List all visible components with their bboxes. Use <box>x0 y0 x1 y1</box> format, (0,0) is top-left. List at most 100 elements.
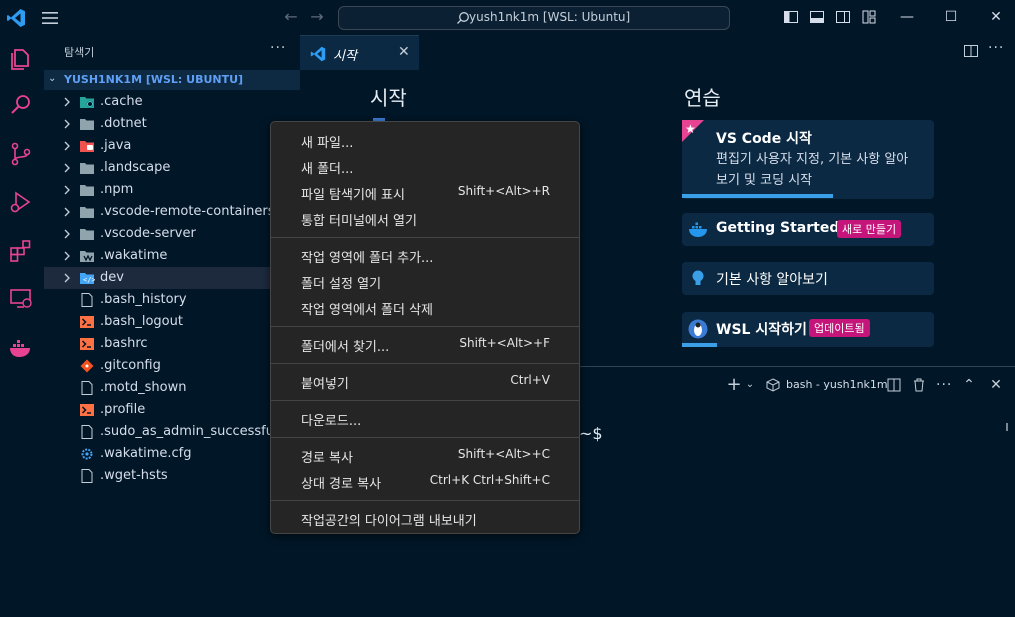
context-menu-item[interactable]: 파일 탐색기에 표시 Shift+<Alt>+R <box>271 180 579 206</box>
chevron-right-icon[interactable] <box>62 272 72 283</box>
folder-item[interactable]: .npm <box>44 179 300 201</box>
workspace-root[interactable]: ⌄ YUSH1NK1M [WSL: UBUNTU] <box>44 70 300 90</box>
terminal-file-icon <box>79 337 95 351</box>
chevron-right-icon[interactable] <box>62 206 72 217</box>
folder-item[interactable]: .dotnet <box>44 113 300 135</box>
new-terminal-icon[interactable]: + <box>726 376 742 394</box>
chevron-right-icon[interactable] <box>62 162 72 173</box>
close-tab-icon[interactable]: ✕ <box>398 44 410 60</box>
terminal-file-icon <box>79 315 95 329</box>
more-actions-icon[interactable]: ··· <box>270 40 286 56</box>
menu-item-label: 작업 영역에 폴더 추가... <box>301 251 434 266</box>
chevron-right-icon[interactable] <box>62 250 72 261</box>
card-getting-started[interactable]: Getting Started ... 새로 만들기 <box>682 213 934 246</box>
chevron-right-icon[interactable] <box>62 96 72 107</box>
file-item[interactable]: .motd_shown <box>44 377 300 399</box>
toggle-primary-sidebar-icon[interactable] <box>783 9 799 25</box>
terminal-label[interactable]: bash - yush1nk1m <box>786 378 888 391</box>
tab-welcome[interactable]: 시작 ✕ <box>300 35 419 71</box>
file-item[interactable]: .gitconfig <box>44 355 300 377</box>
folder-item[interactable]: .wakatime <box>44 245 300 267</box>
tree-item-label: .cache <box>100 94 143 109</box>
folder-item[interactable]: </> dev <box>44 267 300 289</box>
card-title: VS Code 시작 <box>716 131 812 147</box>
file-item[interactable]: .wget-hsts <box>44 465 300 487</box>
file-item[interactable]: .wakatime.cfg <box>44 443 300 465</box>
more-actions-icon[interactable]: ··· <box>936 377 952 393</box>
workspace-root-label: YUSH1NK1M [WSL: UBUNTU] <box>64 73 244 86</box>
hamburger-menu-icon[interactable] <box>40 9 60 27</box>
file-item[interactable]: .bash_history <box>44 289 300 311</box>
context-menu-item[interactable]: 통합 터미널에서 열기 <box>271 206 579 232</box>
remote-explorer-icon[interactable] <box>8 286 34 312</box>
chevron-right-icon[interactable] <box>62 184 72 195</box>
folder-item[interactable]: .vscode-server <box>44 223 300 245</box>
card-desc-line-1: 편집기 사용자 지정, 기본 사항 알아 <box>716 152 909 167</box>
terminal-cube-icon <box>766 378 780 392</box>
toggle-panel-icon[interactable] <box>809 9 825 25</box>
terminal-scrollbar[interactable] <box>1006 423 1008 431</box>
split-editor-icon[interactable] <box>963 43 979 59</box>
chevron-right-icon[interactable] <box>62 228 72 239</box>
file-item[interactable]: .profile <box>44 399 300 421</box>
split-terminal-icon[interactable] <box>886 377 902 393</box>
context-menu-item[interactable]: 폴더에서 찾기... Shift+<Alt>+F <box>271 332 579 358</box>
close-panel-icon[interactable]: ✕ <box>988 377 1004 393</box>
card-wsl-start[interactable]: WSL 시작하기 업데이트됨 <box>682 312 934 347</box>
context-menu-item[interactable]: 새 파일... <box>271 128 579 154</box>
source-control-icon[interactable] <box>8 141 34 167</box>
tree-item-label: .dotnet <box>100 116 147 131</box>
tree-item-label: .vscode-server <box>100 226 196 241</box>
folder-item[interactable]: .vscode-remote-containers <box>44 201 300 223</box>
file-item[interactable]: .bashrc <box>44 333 300 355</box>
context-menu-item[interactable]: 작업 영역에 폴더 추가... <box>271 243 579 269</box>
close-window-icon[interactable]: ✕ <box>987 8 1005 26</box>
card-learn-basics[interactable]: 기본 사항 알아보기 <box>682 262 934 295</box>
context-menu-item[interactable]: 새 폴더... <box>271 154 579 180</box>
svg-text:★: ★ <box>685 122 696 136</box>
card-vscode-start[interactable]: ★ VS Code 시작 편집기 사용자 지정, 기본 사항 알아 보기 및 코… <box>682 120 934 199</box>
docker-icon[interactable] <box>8 335 34 361</box>
maximize-panel-icon[interactable]: ⌃ <box>961 377 977 393</box>
chevron-right-icon[interactable] <box>62 140 72 151</box>
file-item[interactable]: .bash_logout <box>44 311 300 333</box>
toggle-secondary-sidebar-icon[interactable] <box>835 9 851 25</box>
context-menu-item[interactable]: 폴더 설정 열기 <box>271 269 579 295</box>
folder-item[interactable]: .landscape <box>44 157 300 179</box>
folder-item[interactable]: .cache <box>44 91 300 113</box>
folder-item[interactable]: .java <box>44 135 300 157</box>
context-menu-item[interactable]: 다운로드... <box>271 406 579 432</box>
forward-arrow-icon[interactable]: → <box>308 8 326 26</box>
menu-item-label: 붙여넣기 <box>301 377 349 392</box>
maximize-icon[interactable]: ☐ <box>942 8 960 26</box>
run-debug-icon[interactable] <box>8 189 34 215</box>
menu-item-label: 작업공간의 다이어그램 내보내기 <box>301 514 477 529</box>
search-text: yush1nk1m [WSL: Ubuntu] <box>469 10 631 24</box>
extensions-icon[interactable] <box>8 238 34 264</box>
context-menu-item[interactable]: 작업공간의 다이어그램 내보내기 <box>271 506 579 532</box>
context-menu-item[interactable]: 경로 복사 Shift+<Alt>+C <box>271 443 579 469</box>
context-menu-item[interactable]: 작업 영역에서 폴더 삭제 <box>271 295 579 321</box>
file-icon <box>79 381 95 395</box>
minimize-icon[interactable]: — <box>898 8 916 26</box>
context-menu-item[interactable]: 붙여넣기 Ctrl+V <box>271 369 579 395</box>
explorer-icon[interactable] <box>8 45 34 71</box>
more-actions-icon[interactable]: ··· <box>988 40 1004 56</box>
trash-icon[interactable] <box>911 377 927 393</box>
chevron-down-icon[interactable]: ⌄ <box>742 377 758 393</box>
tree-item-label: .bash_logout <box>100 314 183 329</box>
context-menu-item[interactable]: 상대 경로 복사 Ctrl+K Ctrl+Shift+C <box>271 469 579 495</box>
code-folder-icon: </> <box>79 271 96 285</box>
menu-item-label: 파일 탐색기에 표시 <box>301 188 405 203</box>
menu-separator <box>271 500 579 501</box>
customize-layout-icon[interactable] <box>861 9 877 25</box>
tree-item-label: .npm <box>100 182 134 197</box>
menu-item-label: 다운로드... <box>301 414 362 429</box>
search-icon[interactable] <box>8 92 34 118</box>
command-center-search[interactable]: yush1nk1m [WSL: Ubuntu] <box>338 6 730 30</box>
back-arrow-icon[interactable]: ← <box>282 8 300 26</box>
file-item[interactable]: .sudo_as_admin_successful <box>44 421 300 443</box>
terminal-file-icon <box>79 403 95 417</box>
menu-item-shortcut: Shift+<Alt>+C <box>457 447 550 461</box>
chevron-right-icon[interactable] <box>62 118 72 129</box>
